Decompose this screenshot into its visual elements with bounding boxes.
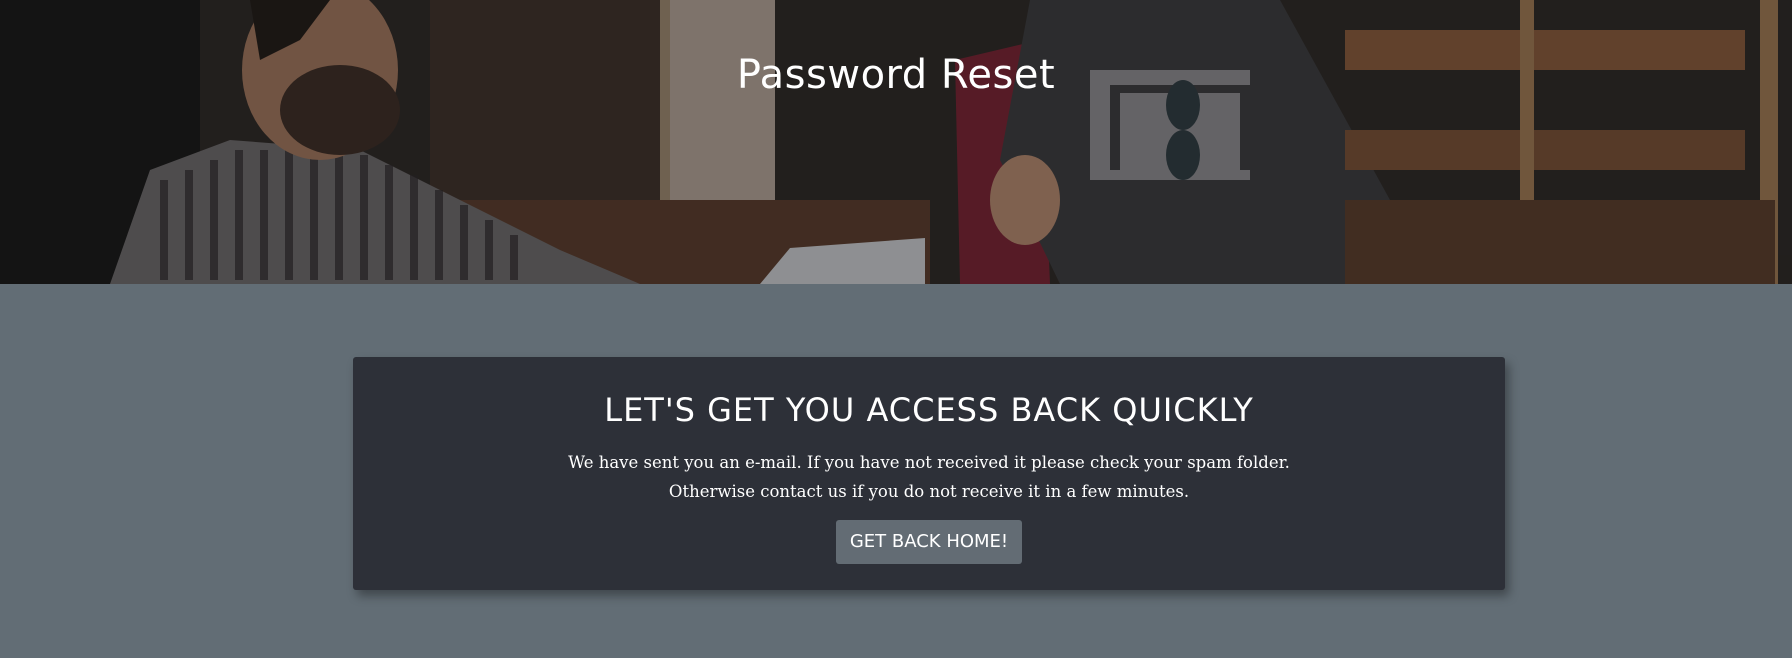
hero-overlay bbox=[0, 0, 1792, 284]
card-heading: LET'S GET YOU ACCESS BACK QUICKLY bbox=[604, 391, 1254, 429]
card-message: We have sent you an e-mail. If you have … bbox=[568, 453, 1290, 501]
hero-banner: Password Reset bbox=[0, 0, 1792, 284]
password-reset-card: LET'S GET YOU ACCESS BACK QUICKLY We hav… bbox=[353, 357, 1505, 590]
page-title: Password Reset bbox=[736, 52, 1056, 98]
get-back-home-button[interactable]: GET BACK HOME! bbox=[835, 520, 1023, 564]
